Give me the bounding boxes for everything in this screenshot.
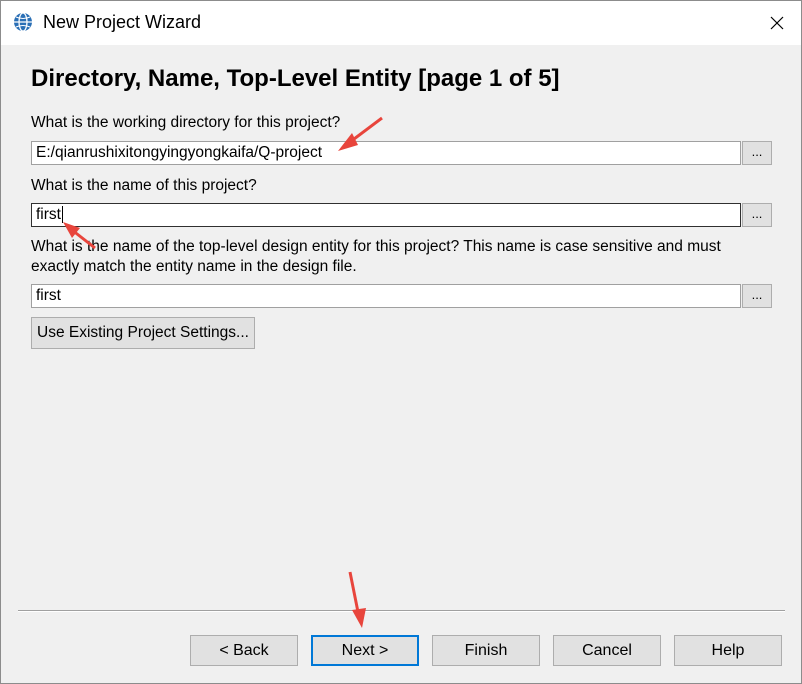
browse-entity-button[interactable]: ... xyxy=(742,284,772,308)
text-cursor xyxy=(61,206,63,224)
top-level-entity-input-value: first xyxy=(36,287,61,304)
entity-label-line1: What is the name of the top-level design… xyxy=(31,238,721,255)
page-title: Directory, Name, Top-Level Entity [page … xyxy=(31,65,560,92)
project-name-input-value: first xyxy=(36,206,61,223)
directory-input-value: E:/qianrushixitongyingyongkaifa/Q-projec… xyxy=(36,144,323,161)
help-button[interactable]: Help xyxy=(674,635,782,666)
back-button[interactable]: < Back xyxy=(190,635,298,666)
project-name-input[interactable]: first xyxy=(31,203,741,227)
close-icon xyxy=(770,16,784,30)
entity-label-line2: exactly match the entity name in the des… xyxy=(31,258,357,275)
wizard-content: Directory, Name, Top-Level Entity [page … xyxy=(1,45,801,683)
use-existing-settings-button[interactable]: Use Existing Project Settings... xyxy=(31,317,255,349)
window-title: New Project Wizard xyxy=(43,12,202,32)
project-name-label: What is the name of this project? xyxy=(31,177,257,194)
directory-input[interactable]: E:/qianrushixitongyingyongkaifa/Q-projec… xyxy=(31,141,741,165)
title-bar: New Project Wizard xyxy=(1,1,801,45)
finish-button[interactable]: Finish xyxy=(432,635,540,666)
top-level-entity-input[interactable]: first xyxy=(31,284,741,308)
next-button[interactable]: Next > xyxy=(311,635,419,666)
new-project-wizard-window: New Project Wizard Directory, Name, Top-… xyxy=(0,0,802,684)
browse-name-button[interactable]: ... xyxy=(742,203,772,227)
footer-divider xyxy=(18,610,785,612)
close-button[interactable] xyxy=(757,7,797,39)
directory-label: What is the working directory for this p… xyxy=(31,114,341,131)
cancel-button[interactable]: Cancel xyxy=(553,635,661,666)
browse-directory-button[interactable]: ... xyxy=(742,141,772,165)
app-globe-icon xyxy=(12,11,34,33)
